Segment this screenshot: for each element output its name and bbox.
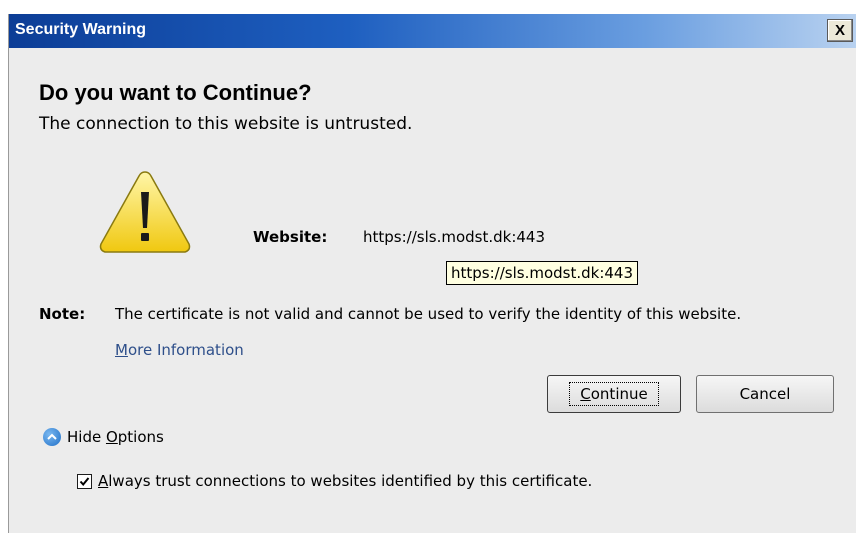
checkmark-icon — [79, 476, 90, 486]
url-tooltip: https://sls.modst.dk:443 — [446, 261, 638, 285]
note-label: Note: — [39, 305, 86, 323]
chevron-up-icon[interactable] — [43, 428, 61, 446]
title-bar[interactable]: Security Warning X — [9, 14, 856, 48]
more-info-label: ore Information — [127, 341, 244, 359]
website-url: https://sls.modst.dk:443 — [363, 228, 545, 246]
always-trust-accesskey: A — [98, 472, 109, 490]
continue-focus-rect: Continue — [569, 382, 659, 406]
hide-options-rest: ptions — [117, 428, 164, 446]
always-trust-option[interactable]: Always trust connections to websites ide… — [77, 472, 592, 490]
security-warning-dialog: Security Warning X Do you want to Contin… — [8, 14, 856, 533]
more-info-accesskey: M — [115, 341, 128, 359]
continue-button[interactable]: Continue — [547, 375, 681, 413]
continue-label: ontinue — [590, 385, 648, 403]
dialog-heading: Do you want to Continue? — [39, 80, 312, 105]
hide-options-accesskey: O — [105, 428, 118, 446]
window-title: Security Warning — [15, 21, 146, 38]
hide-options-toggle[interactable]: Hide Options — [43, 428, 164, 446]
warning-triangle-icon — [99, 171, 191, 253]
dialog-subheading: The connection to this website is untrus… — [39, 114, 413, 134]
hide-options-label: Hide Options — [67, 428, 164, 446]
website-label: Website: — [253, 228, 328, 246]
always-trust-label: Always trust connections to websites ide… — [98, 472, 592, 490]
hide-options-prefix: Hide — [67, 428, 106, 446]
always-trust-checkbox[interactable] — [77, 473, 92, 489]
continue-accesskey: C — [580, 385, 591, 403]
cancel-button[interactable]: Cancel — [696, 375, 834, 413]
cancel-label: Cancel — [739, 385, 791, 403]
close-icon: X — [834, 22, 845, 39]
always-trust-rest: lways trust connections to websites iden… — [108, 472, 593, 490]
note-text: The certificate is not valid and cannot … — [115, 305, 742, 323]
more-information-link[interactable]: More Information — [115, 341, 244, 359]
close-button[interactable]: X — [827, 19, 853, 42]
